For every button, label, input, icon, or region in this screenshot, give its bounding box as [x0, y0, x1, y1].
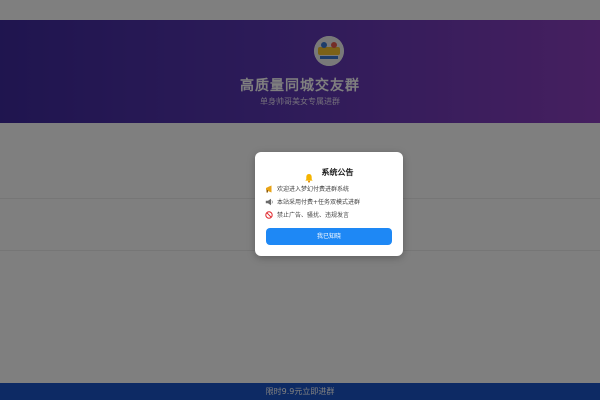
notice-list: 欢迎进入梦幻付费进群系统 本站采用付费+任务双模式进群 禁止广告、骚扰、违规发言 — [265, 182, 397, 221]
modal-title: 系统公告 — [321, 168, 354, 177]
notice-text: 欢迎进入梦幻付费进群系统 — [277, 186, 350, 193]
acknowledge-button[interactable]: 我已知晓 — [266, 228, 392, 245]
notice-item: 禁止广告、骚扰、违规发言 — [265, 208, 397, 221]
bell-icon — [304, 168, 314, 183]
prohibited-icon — [265, 210, 273, 219]
announcement-modal: 系统公告 欢迎进入梦幻付费进群系统 本站采用付费+任务双模式进群 禁止广告、骚扰… — [255, 152, 403, 256]
loudspeaker-icon — [265, 198, 273, 206]
page: 高质量同城交友群 单身帅哥美女专属进群 限时9.9元立即进群 系统公告 — [0, 0, 600, 400]
notice-text: 本站采用付费+任务双模式进群 — [277, 199, 361, 206]
notice-item: 本站采用付费+任务双模式进群 — [265, 195, 397, 208]
notice-item: 欢迎进入梦幻付费进群系统 — [265, 182, 397, 195]
megaphone-icon — [265, 185, 273, 193]
modal-header: 系统公告 — [255, 162, 403, 183]
notice-text: 禁止广告、骚扰、违规发言 — [277, 212, 350, 219]
